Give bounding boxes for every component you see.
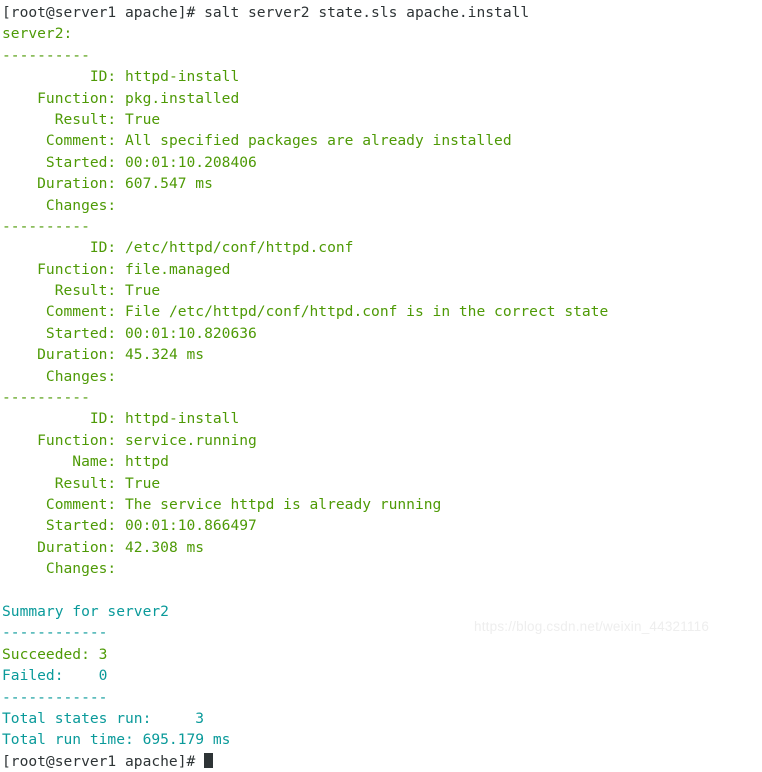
state-duration-value: 607.547 ms	[125, 175, 213, 193]
state-function-row: Function: pkg.installed	[2, 88, 762, 109]
state-id-value: /etc/httpd/conf/httpd.conf	[125, 239, 354, 257]
state-started-value: 00:01:10.208406	[125, 153, 257, 171]
block-separator: ----------	[2, 46, 90, 64]
summary-total-time: Total run time: 695.179 ms	[2, 731, 231, 749]
state-result-label: Result:	[2, 474, 126, 492]
state-started-row: Started: 00:01:10.820636	[2, 323, 762, 344]
state-id-row: ID: httpd-install	[2, 408, 762, 429]
state-duration-row: Duration: 45.324 ms	[2, 344, 762, 365]
state-id-row: ID: httpd-install	[2, 66, 762, 87]
block-separator: ----------	[2, 217, 90, 235]
state-result-value: True	[125, 110, 161, 128]
state-comment-value: The service httpd is already running	[125, 495, 442, 513]
summary-separator: ------------	[2, 688, 108, 706]
state-function-value: service.running	[125, 431, 257, 449]
state-started-value: 00:01:10.820636	[125, 324, 257, 342]
state-result-label: Result:	[2, 110, 126, 128]
state-duration-row: Duration: 607.547 ms	[2, 173, 762, 194]
state-function-value: file.managed	[125, 260, 231, 278]
state-started-label: Started:	[2, 153, 126, 171]
state-id-value: httpd-install	[125, 410, 240, 428]
state-comment-row: Comment: All specified packages are alre…	[2, 130, 762, 151]
state-id-value: httpd-install	[125, 68, 240, 86]
terminal-window[interactable]: [root@server1 apache]# salt server2 stat…	[0, 0, 762, 770]
state-result-row: Result: True	[2, 280, 762, 301]
state-result-row: Result: True	[2, 109, 762, 130]
state-name-value: httpd	[125, 453, 169, 471]
final-prompt-line[interactable]: [root@server1 apache]#	[2, 751, 762, 772]
typed-command: salt server2 state.sls apache.install	[204, 4, 530, 21]
minion-header: server2:	[2, 25, 73, 43]
state-changes-row: Changes:	[2, 196, 126, 214]
state-comment-row: Comment: The service httpd is already ru…	[2, 494, 762, 515]
state-comment-label: Comment:	[2, 132, 126, 150]
state-duration-row: Duration: 42.308 ms	[2, 537, 762, 558]
state-id-label: ID:	[2, 68, 126, 86]
state-duration-label: Duration:	[2, 538, 126, 556]
block-separator: ----------	[2, 389, 90, 407]
state-function-row: Function: file.managed	[2, 259, 762, 280]
state-comment-row: Comment: File /etc/httpd/conf/httpd.conf…	[2, 301, 762, 322]
state-function-label: Function:	[2, 431, 126, 449]
state-started-row: Started: 00:01:10.866497	[2, 515, 762, 536]
state-id-row: ID: /etc/httpd/conf/httpd.conf	[2, 237, 762, 258]
cursor-block	[204, 752, 214, 768]
state-comment-value: File /etc/httpd/conf/httpd.conf is in th…	[125, 303, 609, 321]
state-name-row: Name: httpd	[2, 451, 762, 472]
state-duration-value: 45.324 ms	[125, 346, 205, 364]
shell-prompt: [root@server1 apache]#	[2, 752, 205, 770]
summary-total-states: Total states run: 3	[2, 709, 205, 727]
state-started-label: Started:	[2, 517, 126, 535]
state-changes-row: Changes:	[2, 367, 126, 385]
state-started-label: Started:	[2, 324, 126, 342]
state-name-label: Name:	[2, 453, 126, 471]
shell-prompt: [root@server1 apache]#	[2, 4, 205, 21]
summary-succeeded: Succeeded: 3	[2, 645, 108, 663]
state-duration-value: 42.308 ms	[125, 538, 205, 556]
state-started-row: Started: 00:01:10.208406	[2, 152, 762, 173]
state-result-value: True	[125, 282, 161, 300]
state-duration-label: Duration:	[2, 175, 126, 193]
state-id-label: ID:	[2, 239, 126, 257]
command-line: [root@server1 apache]# salt server2 stat…	[2, 2, 762, 23]
state-comment-value: All specified packages are already insta…	[125, 132, 512, 150]
state-changes-row: Changes:	[2, 560, 126, 578]
state-duration-label: Duration:	[2, 346, 126, 364]
state-function-label: Function:	[2, 89, 126, 107]
state-started-value: 00:01:10.866497	[125, 517, 257, 535]
state-id-label: ID:	[2, 410, 126, 428]
state-function-label: Function:	[2, 260, 126, 278]
state-result-value: True	[125, 474, 161, 492]
summary-failed: Failed: 0	[2, 667, 108, 685]
state-comment-label: Comment:	[2, 303, 126, 321]
state-result-row: Result: True	[2, 473, 762, 494]
state-function-row: Function: service.running	[2, 430, 762, 451]
state-result-label: Result:	[2, 282, 126, 300]
watermark-text: https://blog.csdn.net/weixin_44321116	[474, 619, 710, 634]
state-comment-label: Comment:	[2, 495, 126, 513]
state-function-value: pkg.installed	[125, 89, 240, 107]
